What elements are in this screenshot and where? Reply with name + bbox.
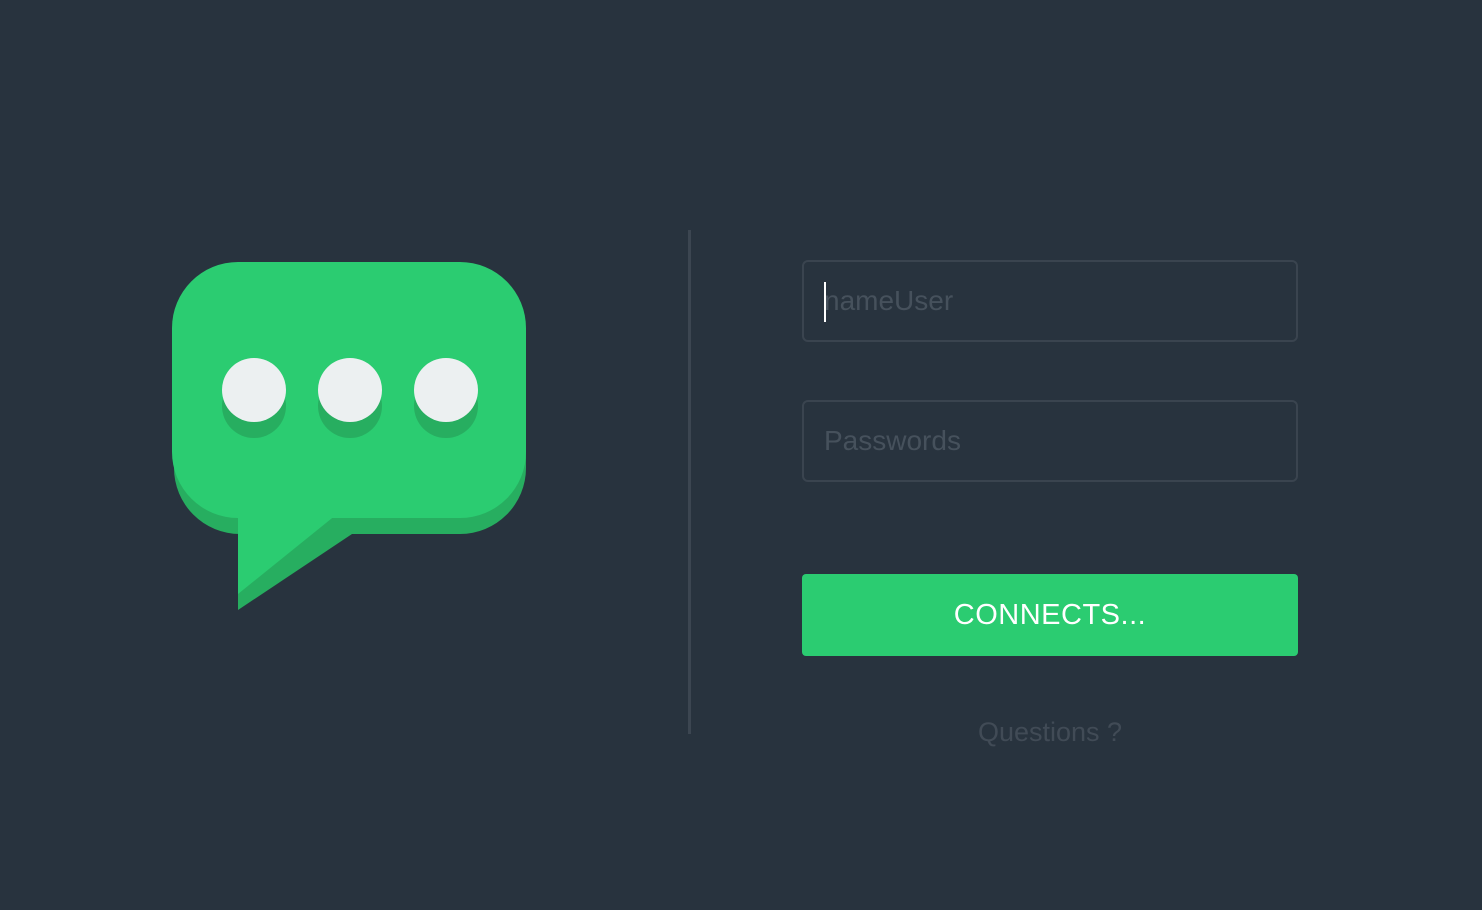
questions-link[interactable]: Questions ?: [802, 717, 1298, 748]
vertical-divider: [688, 230, 691, 734]
typing-dots: [222, 358, 478, 422]
connect-button[interactable]: CONNECTS...: [802, 574, 1298, 656]
chat-bubble-icon: [172, 262, 526, 610]
username-input[interactable]: [804, 262, 1296, 340]
password-input[interactable]: [804, 402, 1296, 480]
login-screen: CONNECTS... Questions ?: [0, 0, 1482, 910]
dot-3: [414, 358, 478, 422]
text-caret: [824, 282, 826, 322]
password-field-wrapper: [802, 400, 1298, 482]
dot-2: [318, 358, 382, 422]
dot-1: [222, 358, 286, 422]
username-field-wrapper: [802, 260, 1298, 342]
